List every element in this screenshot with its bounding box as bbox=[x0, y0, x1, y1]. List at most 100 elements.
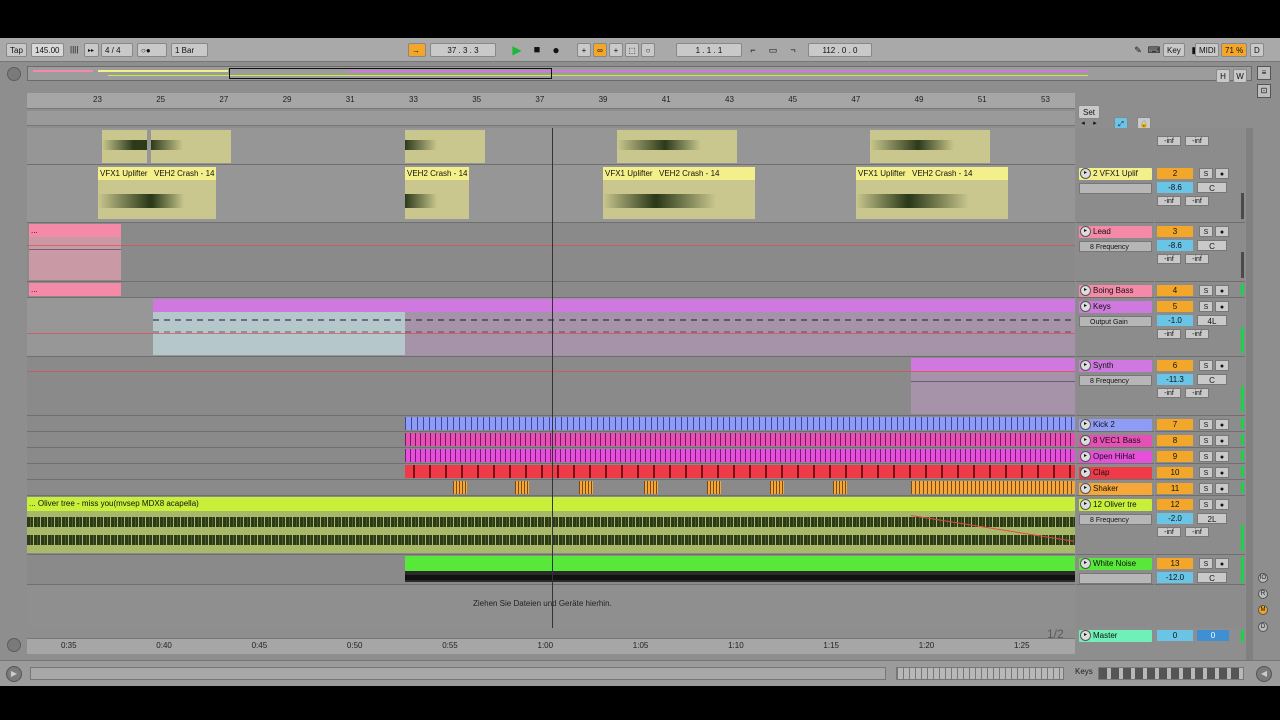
lane-boing-bass[interactable]: ... bbox=[27, 282, 1075, 298]
track-activator-button[interactable]: 6 bbox=[1157, 360, 1193, 371]
clip-shaker-e[interactable] bbox=[707, 481, 721, 494]
arrangement-lanes[interactable]: VFX1 Uplifter VEH2 Crash - 14 VEH2 Crash… bbox=[27, 128, 1075, 628]
play-icon[interactable]: ▶ bbox=[510, 43, 524, 57]
arrangement-position-follow-icon[interactable]: → bbox=[408, 43, 426, 57]
track-fold-icon[interactable]: ▸ bbox=[1080, 451, 1091, 462]
track-activator-button[interactable]: 7 bbox=[1157, 419, 1193, 430]
track-fold-icon[interactable]: ▸ bbox=[1080, 301, 1091, 312]
track-name[interactable]: ▸ Kick 2 bbox=[1079, 419, 1152, 431]
automation-parameter-chooser[interactable]: 8 Frequency bbox=[1079, 241, 1152, 252]
fx-clip-top-e[interactable] bbox=[870, 130, 990, 163]
clip-kick[interactable] bbox=[405, 417, 1075, 430]
track-pan[interactable]: C bbox=[1197, 182, 1227, 193]
scroll-up-icon[interactable]: ⊡ bbox=[1257, 84, 1271, 98]
loop-length-field[interactable]: 112 . 0 . 0 bbox=[808, 43, 872, 57]
solo-button[interactable]: S bbox=[1199, 360, 1213, 371]
record-icon[interactable]: ● bbox=[549, 43, 563, 57]
track-name[interactable]: ▸ 12 Oliver tre bbox=[1079, 499, 1152, 511]
track-activator-button[interactable]: 8 bbox=[1157, 435, 1193, 446]
clip-keys-b[interactable] bbox=[405, 299, 658, 355]
track-fold-icon[interactable]: ▸ bbox=[1080, 419, 1091, 430]
optimize-width-button[interactable]: W bbox=[1233, 69, 1247, 83]
track-pan[interactable]: 4L bbox=[1197, 315, 1227, 326]
track-fold-icon[interactable]: ▸ bbox=[1080, 499, 1091, 510]
midi-map-button[interactable]: MIDI bbox=[1195, 43, 1219, 57]
track-fold-icon[interactable]: ▸ bbox=[1080, 226, 1091, 237]
detail-view-toggle-icon[interactable]: ◀ bbox=[1256, 666, 1272, 682]
lane-white-noise[interactable] bbox=[27, 555, 1075, 585]
computer-keyboard-icon[interactable]: ⌨ bbox=[1147, 43, 1161, 57]
clip-veh2-crash-c[interactable]: VEH2 Crash - 14 bbox=[657, 167, 755, 219]
solo-button[interactable]: S bbox=[1199, 558, 1213, 569]
solo-button[interactable]: S bbox=[1199, 483, 1213, 494]
lane-vfx1[interactable]: VFX1 Uplifter VEH2 Crash - 14 VEH2 Crash… bbox=[27, 165, 1075, 223]
mixer-toggle-icon[interactable]: M bbox=[1258, 605, 1268, 615]
automation-parameter-chooser[interactable]: Output Gain bbox=[1079, 316, 1152, 327]
arm-record-icon[interactable]: ● bbox=[1215, 467, 1229, 478]
follow-icon[interactable]: ▸▸ bbox=[84, 43, 99, 57]
lane-keys[interactable] bbox=[27, 298, 1075, 357]
track-name[interactable]: ▸ Shaker bbox=[1079, 483, 1152, 495]
track-pan[interactable]: 2L bbox=[1197, 513, 1227, 524]
track-fold-icon[interactable]: ▸ bbox=[1080, 483, 1091, 494]
clip-veh2-crash-a[interactable]: VEH2 Crash - 14 bbox=[152, 167, 216, 219]
track-activator-button[interactable]: 12 bbox=[1157, 499, 1193, 510]
capture-icon[interactable]: ⬚ bbox=[625, 43, 639, 57]
track-header-12[interactable]: ▸ 12 Oliver tre 8 Frequency bbox=[1076, 496, 1154, 555]
track-fold-icon[interactable]: ▸ bbox=[1080, 558, 1091, 569]
io-toggle-icon[interactable]: IO bbox=[1258, 573, 1268, 583]
track-name[interactable]: ▸ Boing Bass bbox=[1079, 285, 1152, 297]
clip-veh2-crash-b[interactable]: VEH2 Crash - 14 bbox=[405, 167, 469, 219]
locator-lane[interactable] bbox=[27, 111, 1075, 126]
track-name[interactable]: ▸ White Noise bbox=[1079, 558, 1152, 570]
fx-clip-top-a[interactable] bbox=[102, 130, 147, 163]
tempo-nudge-marks[interactable]: |||| bbox=[68, 43, 80, 57]
track-header-6[interactable]: ▸ Synth 8 Frequency bbox=[1076, 357, 1154, 416]
automation-parameter-chooser[interactable] bbox=[1079, 183, 1152, 194]
arm-record-icon[interactable]: ● bbox=[1215, 435, 1229, 446]
track-name[interactable]: ▸ Keys bbox=[1079, 301, 1152, 313]
automation-parameter-chooser[interactable] bbox=[1079, 573, 1152, 584]
solo-button[interactable]: S bbox=[1199, 451, 1213, 462]
mini-overview[interactable] bbox=[896, 667, 1064, 680]
arm-record-icon[interactable]: ● bbox=[1215, 285, 1229, 296]
track-activator-button[interactable]: 4 bbox=[1157, 285, 1193, 296]
zoom-toggle-icon[interactable] bbox=[7, 638, 21, 652]
sidebar-toggle-icon[interactable]: ≡ bbox=[1257, 66, 1271, 80]
solo-button[interactable]: S bbox=[1199, 285, 1213, 296]
clip-shaker-h[interactable] bbox=[911, 481, 1075, 494]
clip-keys-a[interactable] bbox=[153, 299, 405, 355]
track-header-9[interactable]: ▸ Open HiHat bbox=[1076, 448, 1154, 464]
clip-open-hihat[interactable] bbox=[405, 449, 1075, 462]
arrangement-overview[interactable] bbox=[27, 66, 1252, 81]
master-cue-volume[interactable]: 0 bbox=[1197, 630, 1229, 641]
punch-out-icon[interactable]: ¬ bbox=[786, 43, 800, 57]
clip-white-noise[interactable] bbox=[405, 556, 1075, 582]
metronome-button[interactable]: ○● bbox=[137, 43, 167, 57]
track-activator-button[interactable]: 2 bbox=[1157, 168, 1193, 179]
clip-clap[interactable] bbox=[405, 465, 1075, 478]
lane-lead[interactable]: ... bbox=[27, 223, 1075, 282]
clip-synth[interactable] bbox=[911, 358, 1075, 414]
master-fold-icon[interactable]: ▸ bbox=[1080, 630, 1091, 641]
add-icon[interactable]: + bbox=[577, 43, 591, 57]
track-name[interactable]: ▸ Clap bbox=[1079, 467, 1152, 479]
drop-zone[interactable]: Ziehen Sie Dateien und Geräte hierhin. bbox=[27, 585, 1075, 628]
arm-record-icon[interactable]: ● bbox=[1215, 483, 1229, 494]
view-selector-group[interactable] bbox=[1098, 667, 1244, 680]
track-name[interactable]: ▸ 2 VFX1 Uplif bbox=[1079, 168, 1152, 180]
quantize-menu[interactable]: 1 Bar bbox=[171, 43, 208, 57]
master-track-name[interactable]: ▸ Master bbox=[1079, 630, 1152, 642]
track-volume[interactable]: -11.3 bbox=[1157, 374, 1193, 385]
track-header-13[interactable]: ▸ White Noise bbox=[1076, 555, 1154, 585]
track-header-11[interactable]: ▸ Shaker bbox=[1076, 480, 1154, 496]
clip-shaker-f[interactable] bbox=[770, 481, 784, 494]
optimize-height-button[interactable]: H bbox=[1216, 69, 1230, 83]
draw-mode-icon[interactable]: ✎ bbox=[1131, 43, 1145, 57]
arm-record-icon[interactable]: ● bbox=[1215, 226, 1229, 237]
solo-button[interactable]: S bbox=[1199, 467, 1213, 478]
lane-oliver-tree[interactable]: ... Oliver tree - miss you(mvsep MDX8 ac… bbox=[27, 496, 1075, 555]
track-fold-icon[interactable]: ▸ bbox=[1080, 285, 1091, 296]
lane-synth[interactable] bbox=[27, 357, 1075, 416]
lane-open-hihat[interactable] bbox=[27, 448, 1075, 464]
